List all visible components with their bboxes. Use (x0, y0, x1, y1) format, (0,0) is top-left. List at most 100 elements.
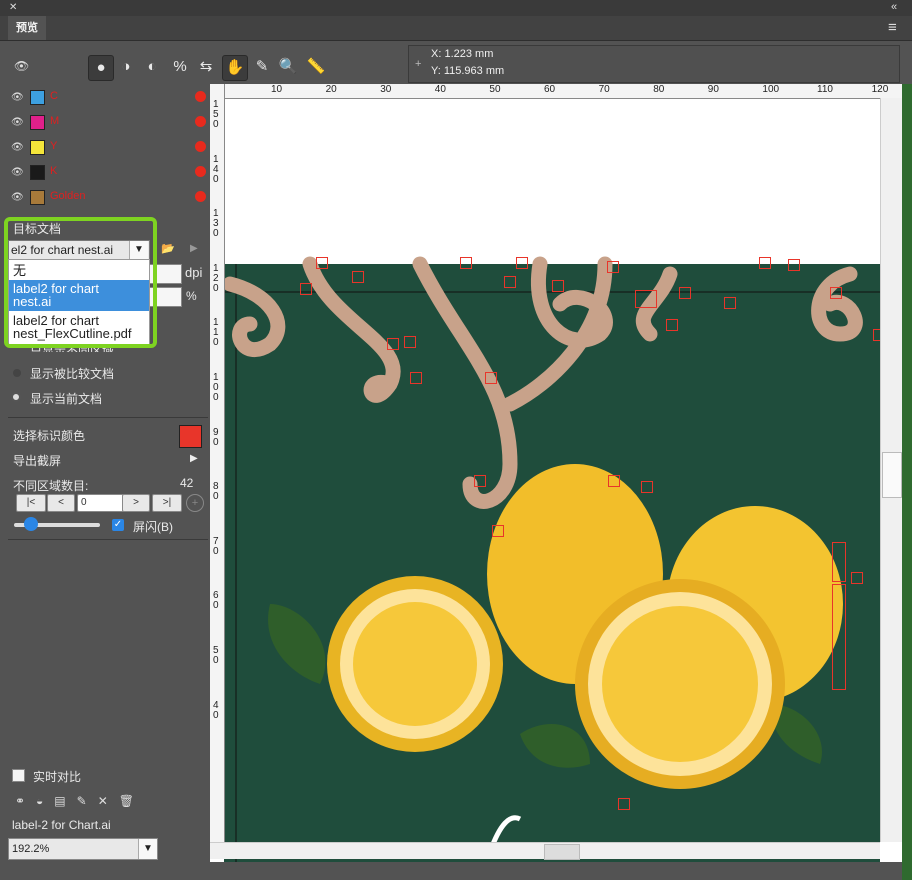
diff-marker[interactable] (516, 257, 528, 269)
zoom-select[interactable]: 192.2% ▼ (8, 838, 158, 860)
diff-marker[interactable] (404, 336, 416, 348)
diff-marker[interactable] (410, 372, 422, 384)
diff-marker[interactable] (641, 481, 653, 493)
chevron-down-icon[interactable]: ▼ (138, 839, 157, 859)
flip-icon[interactable]: ⇆ (194, 55, 218, 79)
diff-marker[interactable] (492, 525, 504, 537)
separation-row[interactable]: 👁 C (8, 86, 208, 110)
close-icon[interactable]: ✕ (9, 2, 17, 13)
diff-marker[interactable] (485, 372, 497, 384)
h-scroll-thumb[interactable] (544, 844, 580, 860)
panel-menu-icon[interactable]: ≡ (888, 19, 897, 36)
diff-marker[interactable] (504, 276, 516, 288)
preview-canvas[interactable] (210, 84, 902, 862)
diff-marker[interactable] (759, 257, 771, 269)
option-show-current[interactable]: 显示当前文档 (30, 390, 102, 407)
color-swatch (30, 165, 45, 180)
percent-icon[interactable]: % (168, 55, 192, 79)
play-icon[interactable]: ▶ (190, 243, 198, 254)
ruler-icon[interactable]: 📏 (304, 55, 328, 79)
realtime-checkbox[interactable] (12, 769, 25, 782)
separation-row[interactable]: 👁 Y (8, 136, 208, 160)
prev-diff-button[interactable]: < (47, 494, 75, 512)
ruler-tick-label: 110 (817, 84, 833, 95)
eye-icon[interactable]: 👁 (11, 142, 24, 153)
ruler-tick-label: 30 (380, 84, 392, 95)
export-screenshot-label[interactable]: 导出截屏 (13, 452, 61, 469)
hand-icon[interactable]: ✋ (222, 55, 248, 81)
diff-marker[interactable] (724, 297, 736, 309)
coord-y: Y: 115.963 mm (431, 65, 505, 77)
diff-marker[interactable] (679, 287, 691, 299)
eye-icon[interactable]: 👁 (11, 192, 24, 203)
diff-marker[interactable] (830, 287, 842, 299)
eyedropper-icon[interactable]: ✎ (250, 55, 274, 79)
option-show-compare[interactable]: 显示被比较文档 (30, 365, 114, 382)
diff-marker[interactable] (608, 475, 620, 487)
diff-count-label: 不同区域数目: (13, 479, 89, 493)
diff-marker[interactable] (635, 290, 657, 308)
diff-marker[interactable] (666, 319, 678, 331)
radio-compare[interactable] (13, 369, 21, 377)
eye-icon[interactable]: 👁 (11, 167, 24, 178)
collapse-icon[interactable]: « (891, 1, 897, 13)
dpi-label: dpi (185, 265, 203, 280)
artwork (222, 256, 880, 862)
marker-color-swatch[interactable] (179, 425, 202, 448)
diff-marker[interactable] (607, 261, 619, 273)
horizontal-scrollbar[interactable] (210, 842, 880, 860)
next-diff-button[interactable]: > (122, 494, 150, 512)
eye-icon[interactable]: 👁 (11, 92, 24, 103)
separation-row[interactable]: 👁 K (8, 161, 208, 185)
diff-marker[interactable] (474, 475, 486, 487)
diff-marker[interactable] (300, 283, 312, 295)
zoom-value: 192.2% (12, 843, 50, 855)
diff-marker[interactable] (316, 257, 328, 269)
last-diff-button[interactable]: >| (152, 494, 182, 512)
color-swatch (30, 90, 45, 105)
play-icon[interactable]: ▶ (190, 453, 198, 464)
diff-marker[interactable] (832, 542, 846, 582)
zoom-icon[interactable]: 🔍 (276, 55, 300, 79)
view-separation-icon[interactable]: ● (88, 55, 114, 81)
tab-preview[interactable]: 预览 (8, 16, 46, 40)
diff-marker[interactable] (460, 257, 472, 269)
separation-row[interactable]: 👁 Golden (8, 186, 208, 210)
first-diff-button[interactable]: |< (16, 494, 46, 512)
ruler-tick-label: 110 (213, 317, 219, 349)
ruler-tick-label: 90 (707, 84, 719, 95)
filename-label: label-2 for Chart.ai (12, 818, 111, 832)
diff-marker[interactable] (387, 338, 399, 350)
ruler-tick-label: 10 (271, 84, 283, 95)
bottom-action-icons[interactable]: ⚭◒▤✎✕🗑 (15, 794, 145, 808)
diff-marker[interactable] (618, 798, 630, 810)
diff-marker[interactable] (851, 572, 863, 584)
eye-icon[interactable]: 👁 (14, 59, 29, 73)
tab-bar (0, 16, 912, 41)
separation-name: M (50, 115, 60, 127)
divider (8, 539, 208, 540)
divider (8, 417, 208, 418)
radio-current[interactable] (11, 392, 21, 402)
diff-marker[interactable] (832, 584, 846, 690)
flash-slider-thumb[interactable] (24, 517, 38, 531)
diff-marker[interactable] (552, 280, 564, 292)
add-icon[interactable]: + (186, 494, 204, 512)
separation-row[interactable]: 👁 M (8, 111, 208, 135)
separation-name: K (50, 165, 58, 177)
ruler-tick-label: 60 (544, 84, 556, 95)
eye-icon[interactable]: 👁 (11, 117, 24, 128)
view-half-icon[interactable]: ◑ (114, 55, 138, 79)
folder-icon[interactable]: 📂 (161, 242, 175, 255)
ruler-tick-label: 80 (213, 481, 219, 503)
view-right-icon[interactable]: ◐ (140, 55, 164, 79)
flash-checkbox[interactable]: ✓ (112, 519, 124, 531)
diff-index-input[interactable]: 0 (77, 494, 124, 512)
v-scroll-thumb[interactable] (882, 452, 902, 498)
coord-x: X: 1.223 mm (431, 48, 494, 60)
vertical-scrollbar[interactable] (880, 98, 903, 842)
ruler-tick-label: 120 (213, 262, 219, 294)
diff-marker[interactable] (352, 271, 364, 283)
diff-marker[interactable] (788, 259, 800, 271)
ruler-tick-label: 100 (213, 372, 219, 403)
